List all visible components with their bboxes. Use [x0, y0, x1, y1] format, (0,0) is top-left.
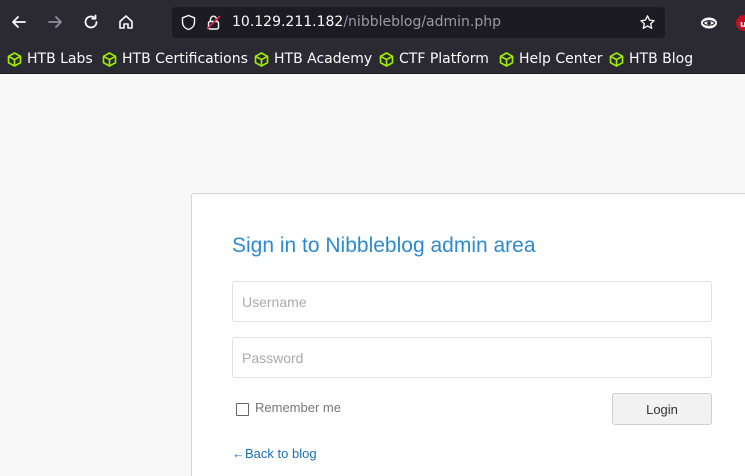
remember-me[interactable]: Remember me	[236, 399, 341, 416]
hackthebox-cube-icon	[609, 51, 624, 67]
bookmark-label: HTB Academy	[274, 51, 373, 67]
hackthebox-cube-icon	[7, 51, 22, 67]
arrow-right-icon	[48, 16, 62, 28]
bookmark-htb-blog[interactable]: HTB Blog	[609, 49, 693, 69]
extension-icon-1	[701, 17, 717, 29]
url-path: /nibbleblog/admin.php	[343, 14, 502, 30]
remember-me-label: Remember me	[255, 400, 341, 415]
extension-icon-2: u	[736, 15, 745, 31]
bookmark-htb-labs[interactable]: HTB Labs	[7, 49, 93, 69]
bookmark-help-center[interactable]: Help Center	[499, 49, 603, 69]
bookmarks-toolbar: HTB Labs HTB Certifications HTB Academy …	[0, 44, 745, 74]
home-icon	[119, 15, 133, 29]
arrow-left-icon	[12, 16, 26, 28]
password-input[interactable]	[232, 337, 712, 378]
bookmark-label: CTF Platform	[399, 51, 489, 67]
browser-toolbar: 10.129.211.182/nibbleblog/admin.php u	[0, 0, 745, 44]
address-bar[interactable]: 10.129.211.182/nibbleblog/admin.php	[172, 7, 665, 38]
bookmark-htb-academy[interactable]: HTB Academy	[254, 49, 372, 69]
login-card: Sign in to Nibbleblog admin area Remembe…	[191, 193, 745, 476]
insecure-lock-icon[interactable]	[205, 14, 222, 31]
url-host: 10.129.211.182	[232, 14, 344, 30]
svg-text:u: u	[740, 20, 745, 30]
reload-icon	[84, 14, 98, 29]
bookmark-star-icon[interactable]	[639, 14, 656, 31]
hackthebox-cube-icon	[102, 51, 117, 67]
url-text[interactable]: 10.129.211.182/nibbleblog/admin.php	[232, 14, 501, 30]
back-button[interactable]	[6, 9, 32, 35]
reload-button[interactable]	[78, 9, 104, 35]
remember-me-checkbox[interactable]	[236, 403, 249, 416]
bookmark-label: HTB Labs	[27, 51, 93, 67]
bookmark-ctf-platform[interactable]: CTF Platform	[379, 49, 489, 69]
hackthebox-cube-icon	[499, 51, 514, 67]
hackthebox-cube-icon	[379, 51, 394, 67]
username-input[interactable]	[232, 281, 712, 322]
login-button[interactable]: Login	[612, 393, 712, 425]
shield-icon[interactable]	[180, 14, 197, 31]
hackthebox-cube-icon	[254, 51, 269, 67]
home-button[interactable]	[113, 9, 139, 35]
bookmark-htb-certifications[interactable]: HTB Certifications	[102, 49, 248, 69]
forward-button[interactable]	[42, 9, 68, 35]
bookmark-label: HTB Certifications	[122, 51, 248, 67]
back-to-blog-link[interactable]: ←Back to blog	[232, 446, 317, 461]
bookmark-label: HTB Blog	[629, 51, 694, 67]
login-title: Sign in to Nibbleblog admin area	[232, 234, 536, 257]
extension-icons[interactable]: u	[698, 12, 745, 34]
bookmark-label: Help Center	[519, 51, 603, 67]
